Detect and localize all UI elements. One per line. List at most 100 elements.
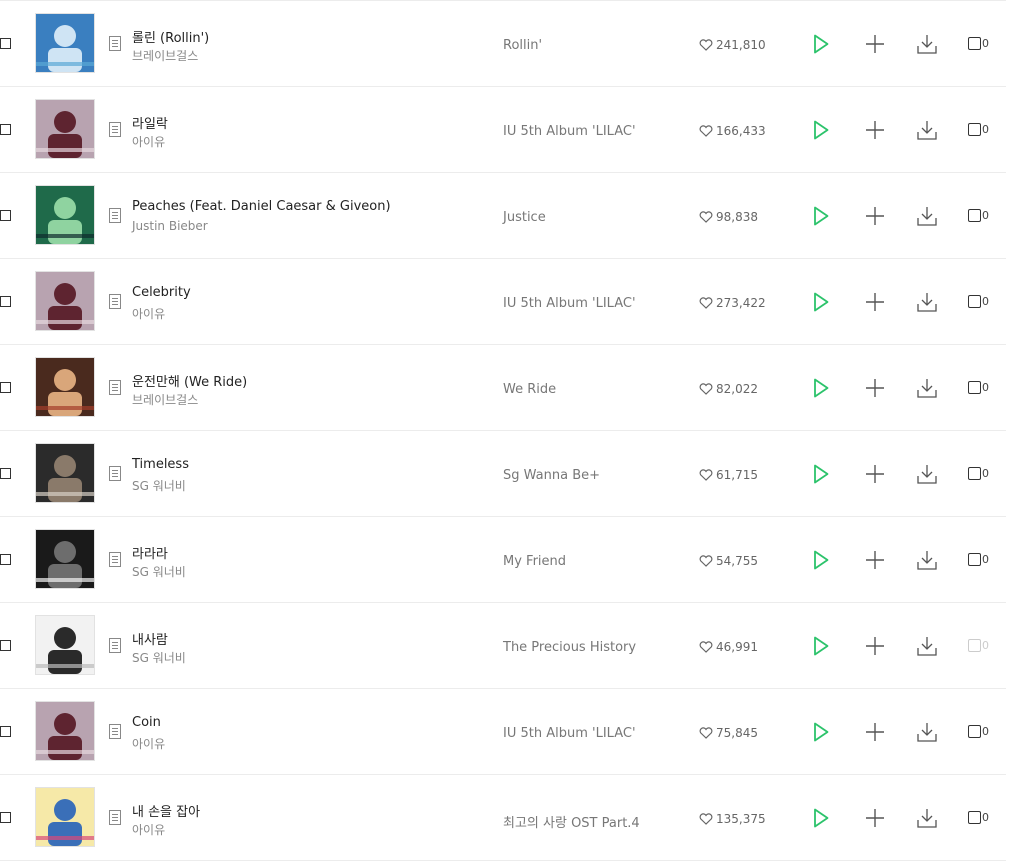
lyrics-doc-icon[interactable] [109, 810, 121, 829]
play-button[interactable] [809, 204, 833, 228]
play-button[interactable] [809, 806, 833, 830]
add-to-playlist-button[interactable] [863, 634, 887, 658]
album-art[interactable] [35, 787, 95, 847]
select-checkbox[interactable] [0, 812, 11, 823]
album-name[interactable]: IU 5th Album 'LILAC' [503, 726, 636, 741]
lyrics-doc-icon[interactable] [109, 466, 121, 485]
album-art[interactable] [35, 99, 95, 159]
song-title[interactable]: Peaches (Feat. Daniel Caesar & Giveon) [132, 199, 391, 214]
lyrics-doc-icon[interactable] [109, 638, 121, 657]
download-button[interactable] [915, 548, 939, 572]
song-title[interactable]: 롤린 (Rollin') [132, 27, 209, 46]
artist-name[interactable]: 아이유 [132, 735, 165, 752]
add-to-playlist-button[interactable] [863, 204, 887, 228]
album-name[interactable]: The Precious History [503, 640, 636, 655]
like-count[interactable]: 54,755 [699, 554, 758, 568]
play-button[interactable] [809, 290, 833, 314]
add-to-playlist-button[interactable] [863, 32, 887, 56]
artist-name[interactable]: 브레이브걸스 [132, 47, 198, 64]
album-art[interactable] [35, 529, 95, 589]
album-art[interactable] [35, 701, 95, 761]
mv-button[interactable]: 0 [968, 725, 989, 738]
add-to-playlist-button[interactable] [863, 806, 887, 830]
artist-name[interactable]: SG 워너비 [132, 477, 186, 494]
artist-name[interactable]: SG 워너비 [132, 563, 186, 580]
mv-button[interactable]: 0 [968, 209, 989, 222]
like-count[interactable]: 61,715 [699, 468, 758, 482]
add-to-playlist-button[interactable] [863, 548, 887, 572]
lyrics-doc-icon[interactable] [109, 380, 121, 399]
download-button[interactable] [915, 376, 939, 400]
play-button[interactable] [809, 376, 833, 400]
add-to-playlist-button[interactable] [863, 118, 887, 142]
play-button[interactable] [809, 32, 833, 56]
album-art[interactable] [35, 443, 95, 503]
download-button[interactable] [915, 720, 939, 744]
lyrics-doc-icon[interactable] [109, 36, 121, 55]
artist-name[interactable]: 아이유 [132, 821, 165, 838]
lyrics-doc-icon[interactable] [109, 208, 121, 227]
album-name[interactable]: Sg Wanna Be+ [503, 468, 600, 483]
play-button[interactable] [809, 720, 833, 744]
album-name[interactable]: Rollin' [503, 38, 542, 53]
download-button[interactable] [915, 806, 939, 830]
select-checkbox[interactable] [0, 726, 11, 737]
play-button[interactable] [809, 118, 833, 142]
select-checkbox[interactable] [0, 124, 11, 135]
song-title[interactable]: 라일락 [132, 113, 168, 132]
mv-button[interactable]: 0 [968, 639, 989, 652]
album-name[interactable]: My Friend [503, 554, 566, 569]
like-count[interactable]: 75,845 [699, 726, 758, 740]
album-name[interactable]: IU 5th Album 'LILAC' [503, 296, 636, 311]
album-name[interactable]: Justice [503, 210, 546, 225]
song-title[interactable]: Celebrity [132, 285, 191, 300]
select-checkbox[interactable] [0, 640, 11, 651]
download-button[interactable] [915, 634, 939, 658]
add-to-playlist-button[interactable] [863, 376, 887, 400]
album-name[interactable]: IU 5th Album 'LILAC' [503, 124, 636, 139]
select-checkbox[interactable] [0, 38, 11, 49]
play-button[interactable] [809, 548, 833, 572]
like-count[interactable]: 98,838 [699, 210, 758, 224]
artist-name[interactable]: 아이유 [132, 305, 165, 322]
like-count[interactable]: 166,433 [699, 124, 766, 138]
mv-button[interactable]: 0 [968, 123, 989, 136]
song-title[interactable]: 운전만해 (We Ride) [132, 371, 247, 390]
add-to-playlist-button[interactable] [863, 290, 887, 314]
like-count[interactable]: 135,375 [699, 812, 766, 826]
artist-name[interactable]: 아이유 [132, 133, 165, 150]
mv-button[interactable]: 0 [968, 467, 989, 480]
song-title[interactable]: 내 손을 잡아 [132, 801, 200, 820]
like-count[interactable]: 273,422 [699, 296, 766, 310]
download-button[interactable] [915, 32, 939, 56]
add-to-playlist-button[interactable] [863, 720, 887, 744]
mv-button[interactable]: 0 [968, 37, 989, 50]
album-name[interactable]: 최고의 사랑 OST Part.4 [503, 812, 640, 831]
like-count[interactable]: 82,022 [699, 382, 758, 396]
song-title[interactable]: 내사람 [132, 629, 168, 648]
lyrics-doc-icon[interactable] [109, 724, 121, 743]
select-checkbox[interactable] [0, 210, 11, 221]
artist-name[interactable]: Justin Bieber [132, 219, 208, 233]
album-art[interactable] [35, 13, 95, 73]
download-button[interactable] [915, 462, 939, 486]
lyrics-doc-icon[interactable] [109, 294, 121, 313]
download-button[interactable] [915, 118, 939, 142]
download-button[interactable] [915, 204, 939, 228]
select-checkbox[interactable] [0, 554, 11, 565]
artist-name[interactable]: 브레이브걸스 [132, 391, 198, 408]
album-art[interactable] [35, 357, 95, 417]
select-checkbox[interactable] [0, 382, 11, 393]
album-art[interactable] [35, 271, 95, 331]
select-checkbox[interactable] [0, 468, 11, 479]
add-to-playlist-button[interactable] [863, 462, 887, 486]
lyrics-doc-icon[interactable] [109, 122, 121, 141]
download-button[interactable] [915, 290, 939, 314]
mv-button[interactable]: 0 [968, 553, 989, 566]
album-art[interactable] [35, 185, 95, 245]
song-title[interactable]: 라라라 [132, 543, 168, 562]
like-count[interactable]: 46,991 [699, 640, 758, 654]
song-title[interactable]: Coin [132, 715, 161, 730]
select-checkbox[interactable] [0, 296, 11, 307]
album-name[interactable]: We Ride [503, 382, 556, 397]
